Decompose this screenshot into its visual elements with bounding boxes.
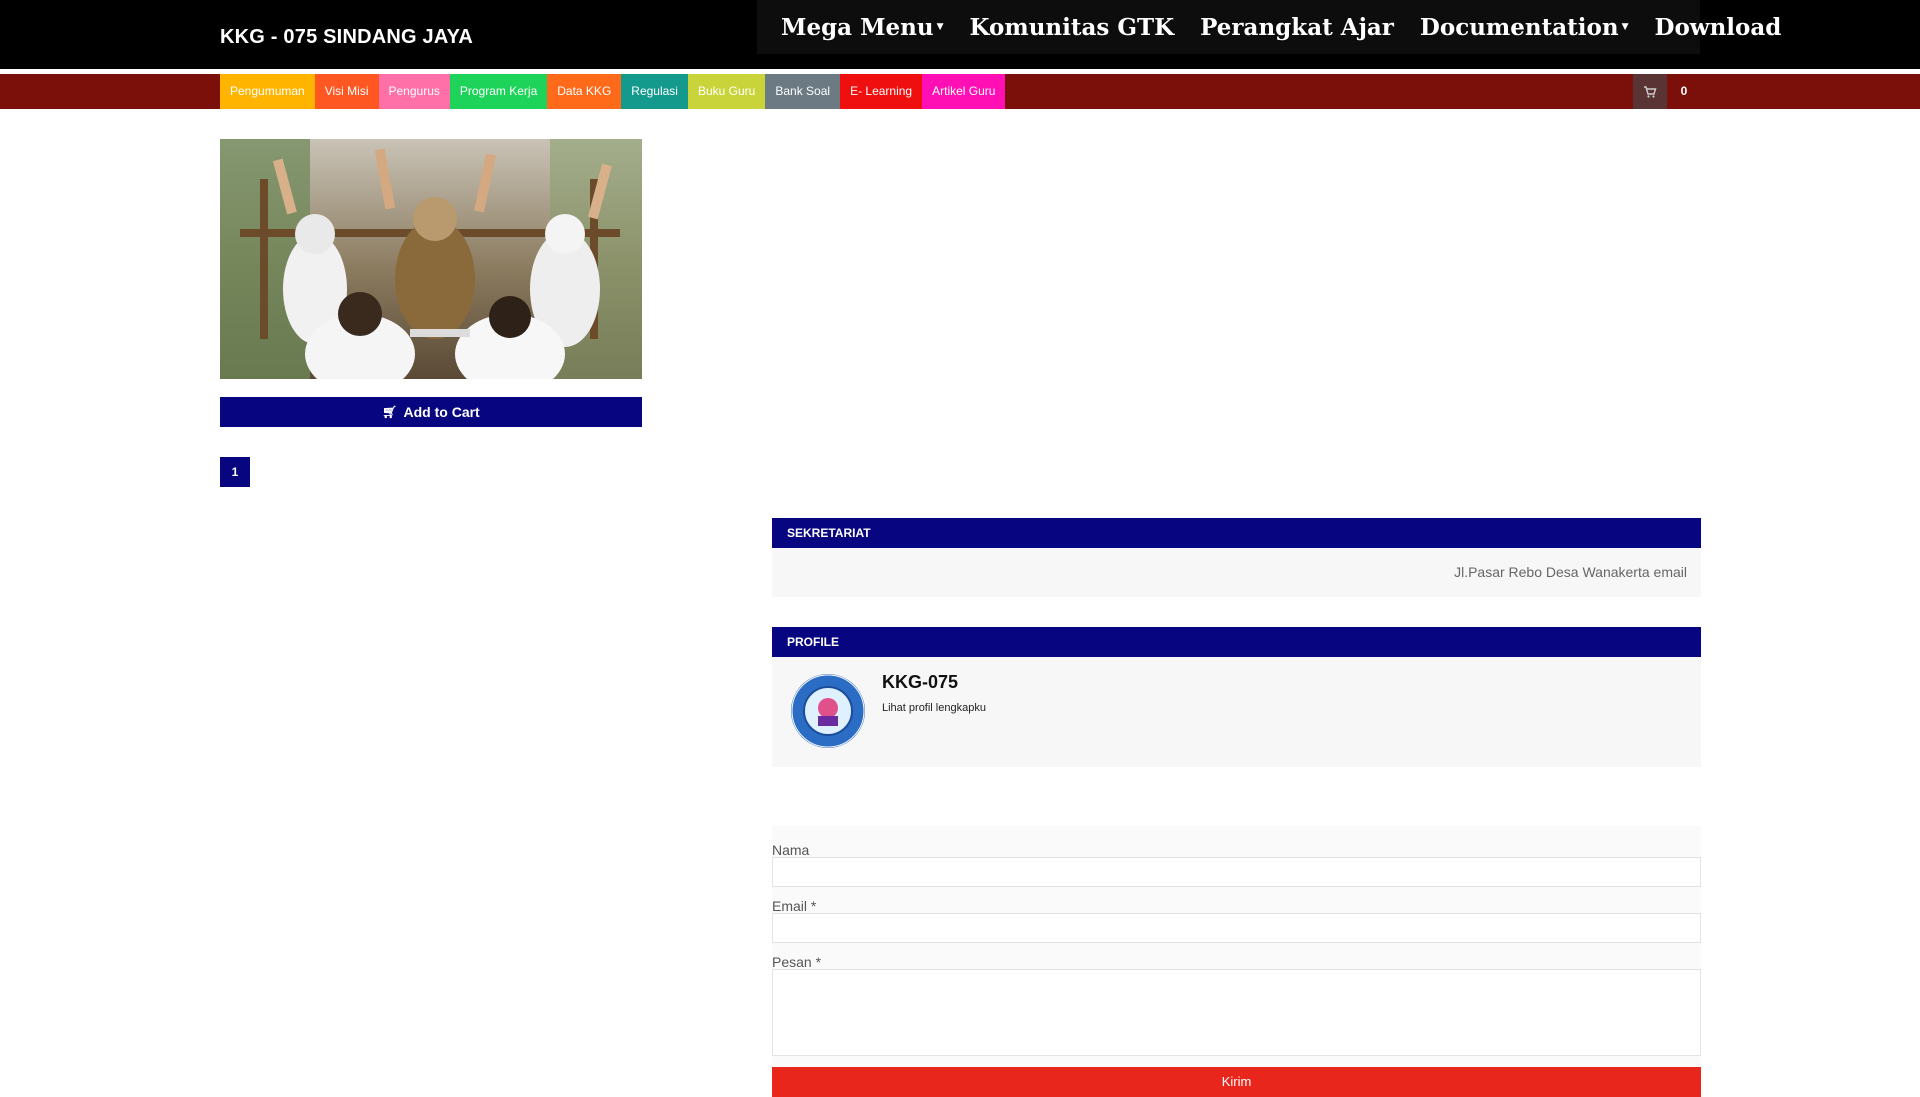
- sekretariat-address: Jl.Pasar Rebo Desa Wanakerta email: [1454, 564, 1687, 580]
- profile-full-link[interactable]: Lihat profil lengkapku: [882, 702, 986, 714]
- kkg-logo-icon[interactable]: [788, 671, 868, 751]
- profile-body: KKG-075 Lihat profil lengkapku: [772, 657, 1701, 767]
- add-to-cart-label: Add to Cart: [403, 404, 480, 420]
- email-label-text: Email: [772, 898, 808, 914]
- category-link-regulasi[interactable]: Regulasi: [621, 74, 688, 109]
- nav-download-label: Download: [1654, 13, 1782, 41]
- name-label-text: Nama: [772, 842, 810, 858]
- nav-download[interactable]: Download: [1655, 14, 1782, 41]
- category-link-data-kkg[interactable]: Data KKG: [547, 74, 622, 109]
- category-link-pengurus[interactable]: Pengurus: [378, 74, 450, 109]
- category-link-pengumuman[interactable]: Pengumuman: [220, 74, 315, 109]
- category-bar: Pengumuman Visi Misi Pengurus Program Kerja…: [0, 74, 1920, 109]
- main-navigation: Mega Menu ▼ Komunitas GTK Perangkat Ajar…: [757, 0, 1781, 54]
- cart-widget[interactable]: 0: [1633, 74, 1701, 109]
- nav-mega-menu-label: Mega Menu: [781, 13, 934, 41]
- nav-documentation-label: Documentation: [1419, 13, 1619, 41]
- category-link-bank-soal[interactable]: Bank Soal: [765, 74, 841, 109]
- nav-komunitas-gtk[interactable]: Komunitas GTK: [970, 14, 1175, 41]
- category-link-buku-guru[interactable]: Buku Guru: [687, 74, 766, 109]
- profile-name[interactable]: KKG-075: [882, 672, 958, 693]
- nav-perangkat-ajar[interactable]: Perangkat Ajar: [1200, 14, 1394, 41]
- category-link-e-learning[interactable]: E- Learning: [840, 74, 923, 109]
- photo-classroom-image: [220, 139, 642, 379]
- required-mark: *: [810, 898, 817, 914]
- profile-heading: PROFILE: [772, 627, 1701, 657]
- category-link-program-kerja[interactable]: Program Kerja: [449, 74, 548, 109]
- chevron-down-icon: ▼: [936, 22, 944, 32]
- category-link-artikel-guru[interactable]: Artikel Guru: [922, 74, 1006, 109]
- category-link-visi-misi[interactable]: Visi Misi: [314, 74, 379, 109]
- category-links: Pengumuman Visi Misi Pengurus Program Kerja…: [220, 74, 1006, 109]
- top-header: KKG - 075 SINDANG JAYA Mega Menu ▼ Komun…: [0, 0, 1920, 69]
- cart-icon[interactable]: [1633, 74, 1667, 109]
- sekretariat-body: Jl.Pasar Rebo Desa Wanakerta email: [772, 548, 1701, 597]
- name-field[interactable]: [772, 857, 1701, 887]
- email-label: Email *: [772, 898, 816, 914]
- pagination-current-page[interactable]: 1: [220, 457, 250, 487]
- nav-perangkat-ajar-label: Perangkat Ajar: [1200, 13, 1394, 41]
- name-label: Nama: [772, 842, 809, 858]
- sekretariat-heading: SEKRETARIAT: [772, 518, 1701, 548]
- chevron-down-icon: ▼: [1621, 22, 1629, 32]
- required-mark: *: [815, 954, 822, 970]
- message-label: Pesan *: [772, 954, 821, 970]
- cart-count: 0: [1680, 84, 1688, 98]
- nav-komunitas-gtk-label: Komunitas GTK: [969, 13, 1175, 41]
- nav-documentation[interactable]: Documentation ▼: [1420, 14, 1629, 41]
- nav-mega-menu[interactable]: Mega Menu ▼: [781, 14, 944, 41]
- product-image[interactable]: [220, 139, 642, 379]
- contact-form: Nama Email * Pesan * Kirim: [772, 826, 1701, 1097]
- cart-icon: 🛒︎: [382, 405, 398, 419]
- message-label-text: Pesan: [772, 954, 812, 970]
- message-field[interactable]: [772, 969, 1701, 1056]
- add-to-cart-button[interactable]: 🛒︎ Add to Cart: [220, 397, 642, 427]
- email-field[interactable]: [772, 913, 1701, 943]
- site-title[interactable]: KKG - 075 SINDANG JAYA: [220, 26, 473, 49]
- submit-button[interactable]: Kirim: [772, 1067, 1701, 1097]
